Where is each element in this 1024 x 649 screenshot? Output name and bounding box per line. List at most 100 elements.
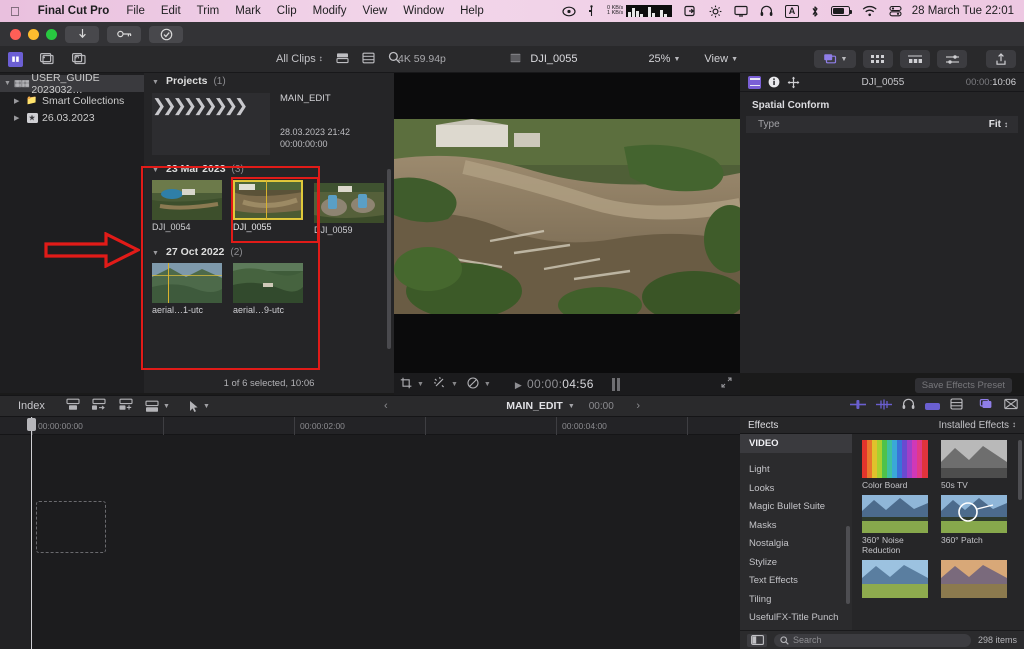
- effect-item[interactable]: [941, 560, 1007, 600]
- play-icon[interactable]: ▶: [515, 380, 522, 390]
- transform-inspector-icon[interactable]: [787, 76, 800, 89]
- chevron-down-icon[interactable]: ▼: [484, 381, 491, 388]
- menu-item-modify[interactable]: Modify: [305, 5, 355, 17]
- effects-category-list[interactable]: VIDEO Light Looks Magic Bullet Suite Mas…: [740, 434, 852, 630]
- audio-meters-button[interactable]: [937, 50, 967, 68]
- disclosure-open-icon[interactable]: ▼: [152, 79, 160, 86]
- effects-browser-toggle-icon[interactable]: [979, 397, 994, 415]
- project-item[interactable]: ❯❯❯❯❯❯❯❯❯ MAIN_EDIT 28.03.2023 21:42 00:…: [144, 89, 394, 155]
- select-tool-dropdown[interactable]: ▼: [189, 400, 210, 413]
- effect-thumbnail[interactable]: [941, 440, 1007, 478]
- menu-app-title[interactable]: Final Cut Pro: [29, 5, 119, 17]
- connect-icon[interactable]: [118, 398, 134, 414]
- clip-item-selected[interactable]: DJI_0055: [233, 180, 303, 235]
- enhancements-icon[interactable]: [433, 376, 446, 392]
- effects-browser[interactable]: Effects Installed Effects ↕ VIDEO Light …: [740, 417, 1024, 649]
- network-graph-icon[interactable]: 0 KB/s 1 KB/s: [601, 5, 678, 17]
- transitions-browser-toggle-icon[interactable]: [1004, 397, 1018, 415]
- chevron-right-icon[interactable]: ›: [636, 400, 640, 412]
- timeline-selection-rect[interactable]: [36, 501, 106, 553]
- effects-category-video[interactable]: VIDEO: [740, 434, 852, 453]
- rating-button[interactable]: [149, 25, 183, 43]
- menu-item-edit[interactable]: Edit: [153, 5, 189, 17]
- clip-thumbnail[interactable]: [152, 263, 222, 303]
- keyword-editor-button[interactable]: [107, 25, 141, 43]
- screens-button[interactable]: ▼: [814, 50, 856, 68]
- browser-group-23-mar-2023[interactable]: ▼ 23 Mar 2023 (3): [144, 161, 394, 177]
- sidebar-toggle-icon[interactable]: [747, 633, 767, 647]
- clip-appearance-icon[interactable]: [950, 397, 963, 415]
- input-source-icon[interactable]: A: [779, 4, 805, 18]
- sidebar-item-event[interactable]: ▶ 26.03.2023: [0, 109, 144, 126]
- browser-scrollbar[interactable]: [387, 169, 391, 349]
- clip-filter-dropdown[interactable]: All Clips ↕: [276, 53, 323, 65]
- skimming-icon[interactable]: [850, 397, 866, 415]
- effect-item[interactable]: 360° Noise Reduction: [862, 495, 928, 555]
- save-effects-preset-button[interactable]: Save Effects Preset: [914, 377, 1012, 393]
- append-icon[interactable]: [66, 398, 80, 414]
- effects-category-usefulfx-title-punch[interactable]: UsefulFX-Title Punch: [740, 609, 852, 628]
- effects-grid-scrollbar[interactable]: [1018, 440, 1022, 500]
- filmstrip-view-icon[interactable]: [336, 52, 349, 67]
- crop-icon[interactable]: [400, 377, 412, 392]
- effects-item-grid[interactable]: Color Board 50s TV 360° Noise Reduction …: [852, 434, 1024, 630]
- color-board-button[interactable]: [900, 50, 930, 68]
- menu-item-mark[interactable]: Mark: [227, 5, 269, 17]
- import-media-button[interactable]: [65, 25, 99, 43]
- clip-item[interactable]: aerial…1-utc: [152, 263, 222, 315]
- bluetooth-icon[interactable]: [805, 5, 825, 18]
- effects-category-text-effects[interactable]: Text Effects: [740, 572, 852, 591]
- video-inspector-icon[interactable]: [748, 75, 761, 89]
- sidebar-item-library[interactable]: ▼ ▦▦ USER_GUIDE 2023032…: [0, 72, 144, 96]
- effects-browser-button[interactable]: [863, 50, 893, 68]
- effects-category-scrollbar[interactable]: [846, 526, 850, 604]
- expand-icon[interactable]: [721, 377, 732, 391]
- list-view-icon[interactable]: [362, 52, 375, 67]
- effect-thumbnail[interactable]: [941, 495, 1007, 533]
- clip-item[interactable]: aerial…9-utc: [233, 263, 303, 315]
- effect-thumbnail[interactable]: [862, 560, 928, 598]
- retime-icon[interactable]: [467, 376, 479, 392]
- effect-item[interactable]: [862, 560, 928, 600]
- share-button[interactable]: [986, 50, 1016, 68]
- clip-thumbnail[interactable]: [233, 263, 303, 303]
- clip-item[interactable]: DJI_0054: [152, 180, 222, 235]
- insert-icon[interactable]: [91, 398, 107, 414]
- timeline-playhead[interactable]: [27, 417, 36, 649]
- control-center-icon[interactable]: [883, 5, 908, 17]
- param-value-dropdown[interactable]: Fit ↕: [989, 119, 1008, 130]
- chevron-down-icon[interactable]: ▼: [451, 381, 458, 388]
- info-inspector-icon[interactable]: [768, 76, 780, 88]
- close-button[interactable]: [10, 28, 21, 40]
- battery-icon[interactable]: [825, 6, 856, 16]
- effects-search-input[interactable]: Search: [774, 633, 971, 647]
- effects-category-stylize[interactable]: Stylize: [740, 553, 852, 572]
- effects-category-light[interactable]: Light: [740, 461, 852, 480]
- project-thumbnail[interactable]: ❯❯❯❯❯❯❯❯❯: [152, 93, 270, 155]
- browser-group-projects[interactable]: ▼ Projects (1): [144, 73, 394, 89]
- menu-item-trim[interactable]: Trim: [189, 5, 228, 17]
- effects-category-masks[interactable]: Masks: [740, 516, 852, 535]
- clip-thumbnail[interactable]: [314, 183, 384, 223]
- effect-item[interactable]: 360° Patch: [941, 495, 1007, 555]
- effects-category-tiling[interactable]: Tiling: [740, 590, 852, 609]
- chevron-down-icon[interactable]: ▼: [417, 381, 424, 388]
- effect-thumbnail[interactable]: [862, 440, 928, 478]
- spatial-conform-type-row[interactable]: Type Fit ↕: [746, 116, 1018, 133]
- airdrop-icon[interactable]: [678, 5, 703, 17]
- menubar-clock[interactable]: 28 March Tue 22:01: [908, 5, 1024, 17]
- media-browser-icon[interactable]: [39, 52, 55, 66]
- audio-skimming-icon[interactable]: [876, 397, 892, 415]
- menu-item-view[interactable]: View: [354, 5, 395, 17]
- timeline-project-dropdown[interactable]: MAIN_EDIT ▼: [506, 400, 575, 412]
- installed-effects-dropdown[interactable]: Installed Effects ↕: [939, 420, 1016, 431]
- transitions-icon[interactable]: [71, 52, 87, 66]
- effects-category-magic-bullet-suite[interactable]: Magic Bullet Suite: [740, 498, 852, 517]
- clip-thumbnail[interactable]: [233, 180, 303, 220]
- disclosure-closed-icon[interactable]: ▶: [14, 114, 22, 122]
- library-icon[interactable]: ▮▮: [8, 51, 23, 67]
- brightness-icon[interactable]: [703, 5, 728, 18]
- zoom-button[interactable]: [46, 28, 57, 40]
- effects-category-looks[interactable]: Looks: [740, 479, 852, 498]
- effect-thumbnail[interactable]: [862, 495, 928, 533]
